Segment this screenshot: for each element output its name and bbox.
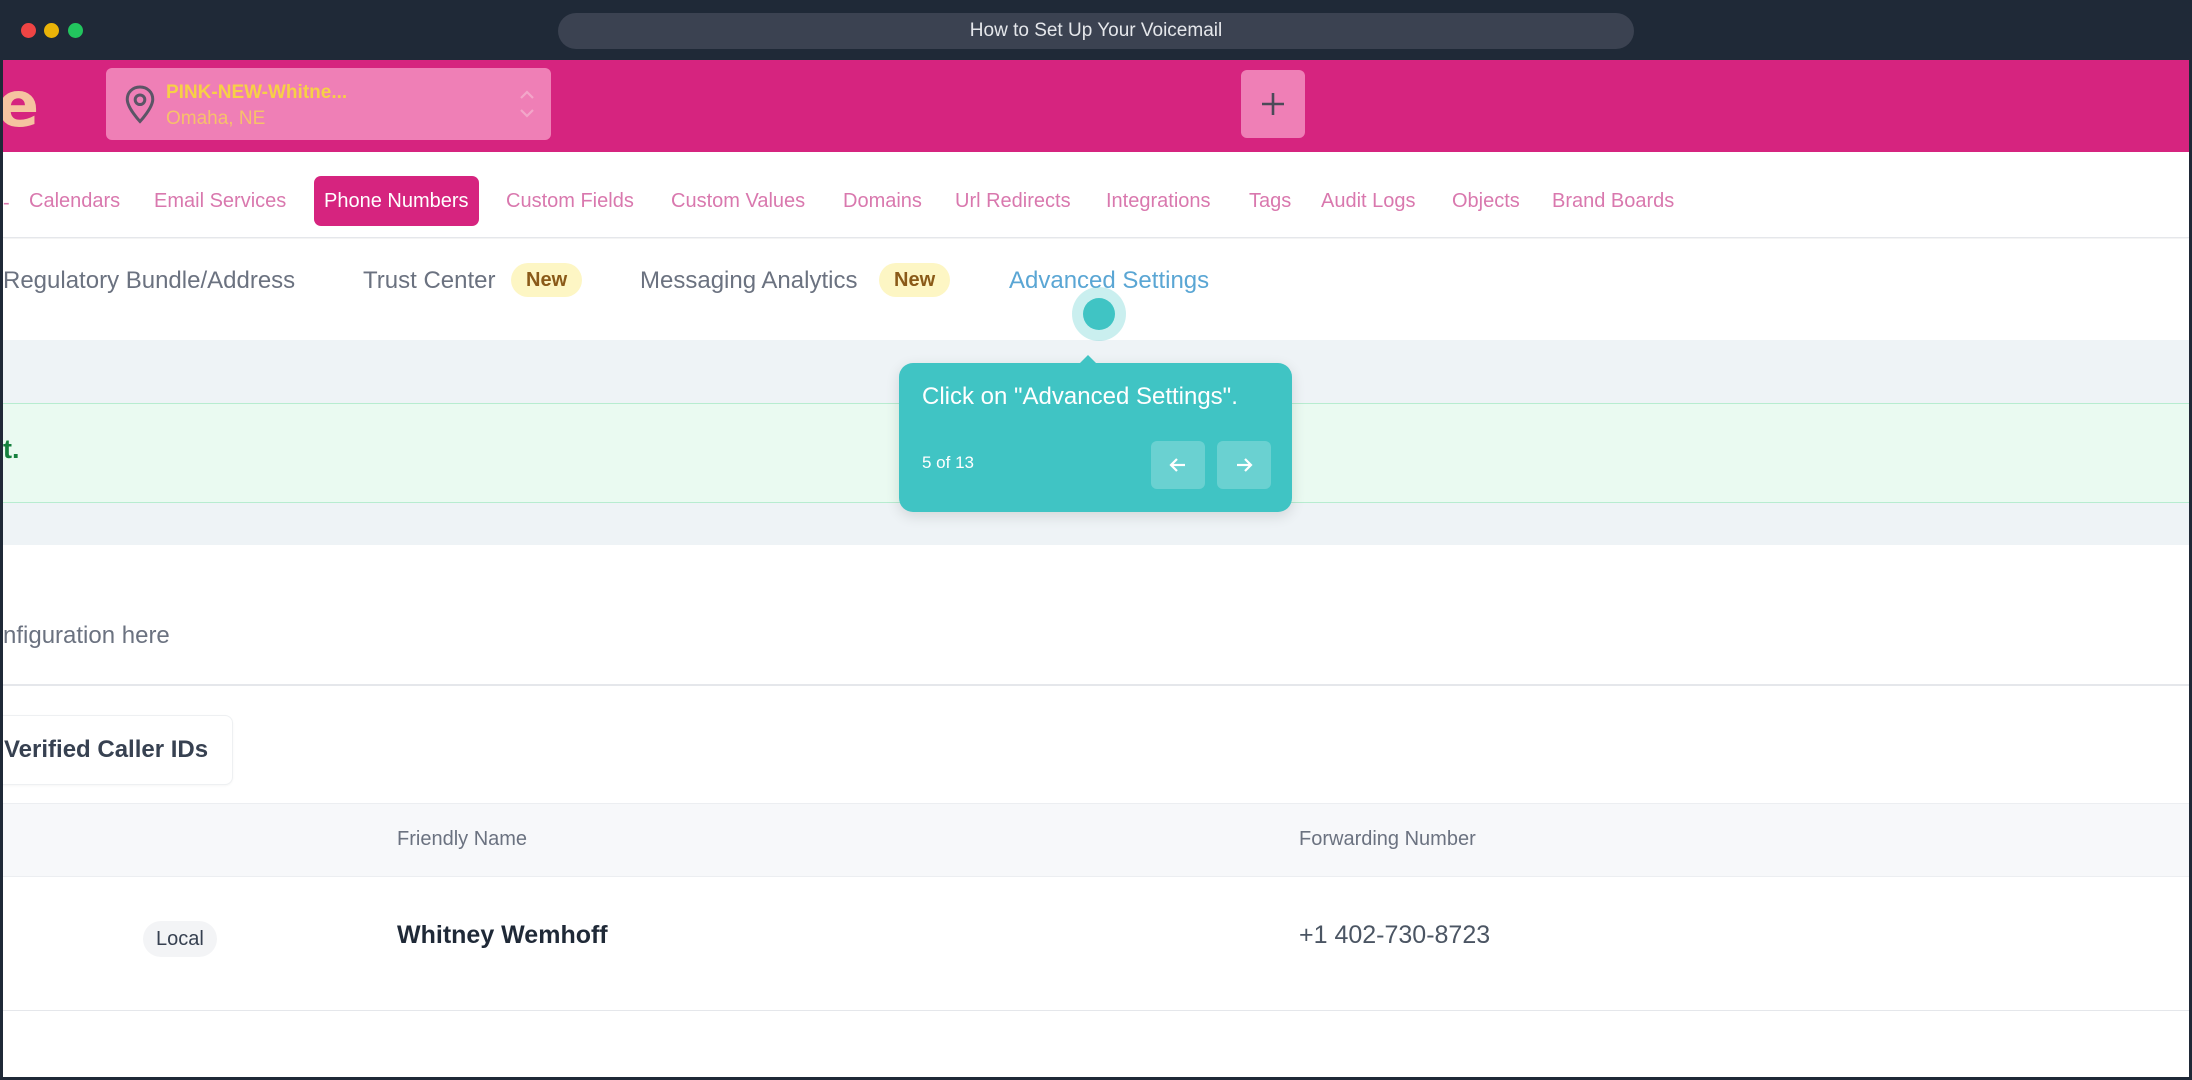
nav-item-custom-fields[interactable]: Custom Fields [506, 176, 634, 226]
number-type-badge: Local [143, 921, 217, 957]
friendly-name-cell: Whitney Wemhoff [397, 921, 608, 949]
nav-item-calendars[interactable]: Calendars [29, 176, 120, 226]
arrow-left-icon [1169, 458, 1185, 472]
location-switcher[interactable]: PINK-NEW-Whitne... Omaha, NE [106, 68, 551, 140]
arrow-right-icon [1237, 458, 1253, 472]
column-forwarding-number: Forwarding Number [1299, 828, 1476, 850]
close-window-button[interactable] [21, 23, 36, 38]
walkthrough-tooltip: Click on "Advanced Settings". 5 of 13 [899, 355, 1292, 512]
settings-nav: - Calendars Email Services Phone Numbers… [3, 152, 2189, 238]
plus-icon [1262, 93, 1284, 115]
nav-item-brand-boards[interactable]: Brand Boards [1552, 176, 1674, 226]
location-pin-icon [125, 85, 155, 124]
nav-item-domains[interactable]: Domains [843, 176, 922, 226]
section-divider [3, 684, 2189, 686]
top-header: e PINK-NEW-Whitne... Omaha, NE [3, 60, 2189, 152]
title-bar: How to Set Up Your Voicemail [0, 0, 2192, 60]
nav-item-audit-logs[interactable]: Audit Logs [1321, 176, 1416, 226]
chevron-up-down-icon [520, 90, 534, 118]
nav-item-custom-values[interactable]: Custom Values [671, 176, 805, 226]
logo: e [3, 68, 40, 141]
previous-step-button[interactable] [1151, 441, 1205, 489]
nav-item-tags[interactable]: Tags [1249, 176, 1291, 226]
tab-trust-center[interactable]: Trust Center [363, 267, 495, 295]
nav-item-email-services[interactable]: Email Services [154, 176, 286, 226]
nav-leading-fragment: - [3, 192, 10, 214]
nav-item-url-redirects[interactable]: Url Redirects [955, 176, 1071, 226]
next-step-button[interactable] [1217, 441, 1271, 489]
minimize-window-button[interactable] [44, 23, 59, 38]
browser-window: How to Set Up Your Voicemail e PINK-NEW-… [0, 0, 2192, 1080]
trust-center-new-badge: New [511, 263, 583, 297]
tab-regulatory-bundle[interactable]: Regulatory Bundle/Address [3, 267, 295, 295]
tooltip-arrow [1079, 355, 1097, 364]
window-title: How to Set Up Your Voicemail [558, 13, 1634, 49]
forwarding-number-cell: +1 402-730-8723 [1299, 921, 1491, 949]
success-banner-text: t. [3, 434, 20, 464]
page-content: e PINK-NEW-Whitne... Omaha, NE - Calenda… [3, 60, 2189, 1077]
nav-item-phone-numbers[interactable]: Phone Numbers [314, 176, 479, 226]
maximize-window-button[interactable] [68, 23, 83, 38]
column-friendly-name: Friendly Name [397, 828, 528, 850]
tooltip-step-counter: 5 of 13 [922, 453, 974, 472]
configuration-description: nfiguration here [3, 622, 170, 649]
table-header: Friendly Name Forwarding Number [3, 803, 2189, 877]
location-city: Omaha, NE [166, 108, 266, 129]
messaging-analytics-new-badge: New [879, 263, 951, 297]
tab-verified-caller-ids[interactable]: Verified Caller IDs [3, 715, 233, 785]
table-row[interactable]: Local Whitney Wemhoff +1 402-730-8723 [3, 877, 2189, 1011]
nav-item-objects[interactable]: Objects [1452, 176, 1520, 226]
nav-item-integrations[interactable]: Integrations [1106, 176, 1211, 226]
quick-add-button[interactable] [1241, 70, 1305, 138]
location-name: PINK-NEW-Whitne... [166, 82, 348, 103]
tab-messaging-analytics[interactable]: Messaging Analytics [640, 267, 857, 295]
tooltip-instruction: Click on "Advanced Settings". [922, 383, 1238, 410]
walkthrough-hotspot[interactable] [1083, 298, 1115, 330]
